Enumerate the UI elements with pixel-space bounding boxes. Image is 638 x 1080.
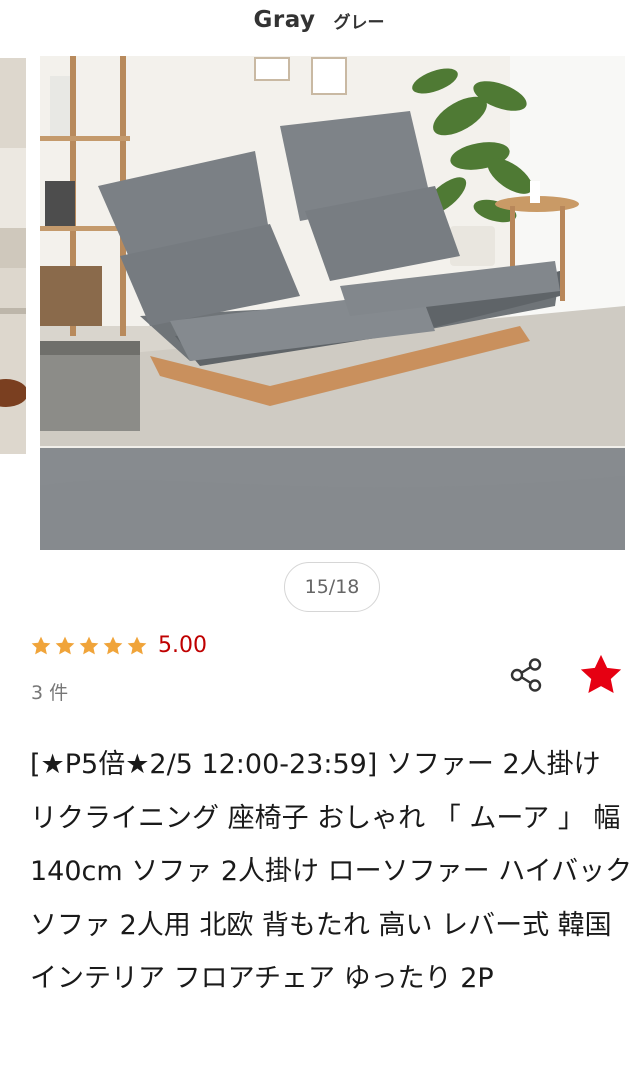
previous-slide-image [0, 58, 26, 454]
product-image-gallery[interactable]: Gray グレー [0, 0, 638, 560]
star-icon [31, 636, 51, 654]
color-name-en: Gray [253, 7, 316, 33]
favorite-button[interactable] [576, 650, 626, 700]
rating-stars [30, 635, 148, 657]
product-title: [★P5倍★2/5 12:00-23:59] ソファー 2人掛け リクライニング… [30, 749, 633, 994]
rating-value: 5.00 [158, 633, 207, 658]
star-icon [55, 636, 75, 654]
sofa-photo-illustration [40, 56, 625, 550]
image-counter: 15/18 [284, 562, 380, 612]
star-icon [103, 636, 123, 654]
product-photo[interactable] [40, 56, 625, 550]
previous-slide-peek[interactable] [0, 58, 26, 454]
share-button[interactable] [503, 652, 549, 698]
star-icon [79, 636, 99, 654]
share-icon [510, 658, 542, 692]
rating-summary[interactable]: 5.00 [30, 633, 207, 658]
star-filled-icon [580, 654, 622, 694]
review-count-link[interactable]: 3 件 [31, 678, 68, 705]
star-icon [127, 636, 147, 654]
color-variant-label: Gray グレー [0, 0, 638, 40]
color-name-ja: グレー [333, 12, 385, 33]
